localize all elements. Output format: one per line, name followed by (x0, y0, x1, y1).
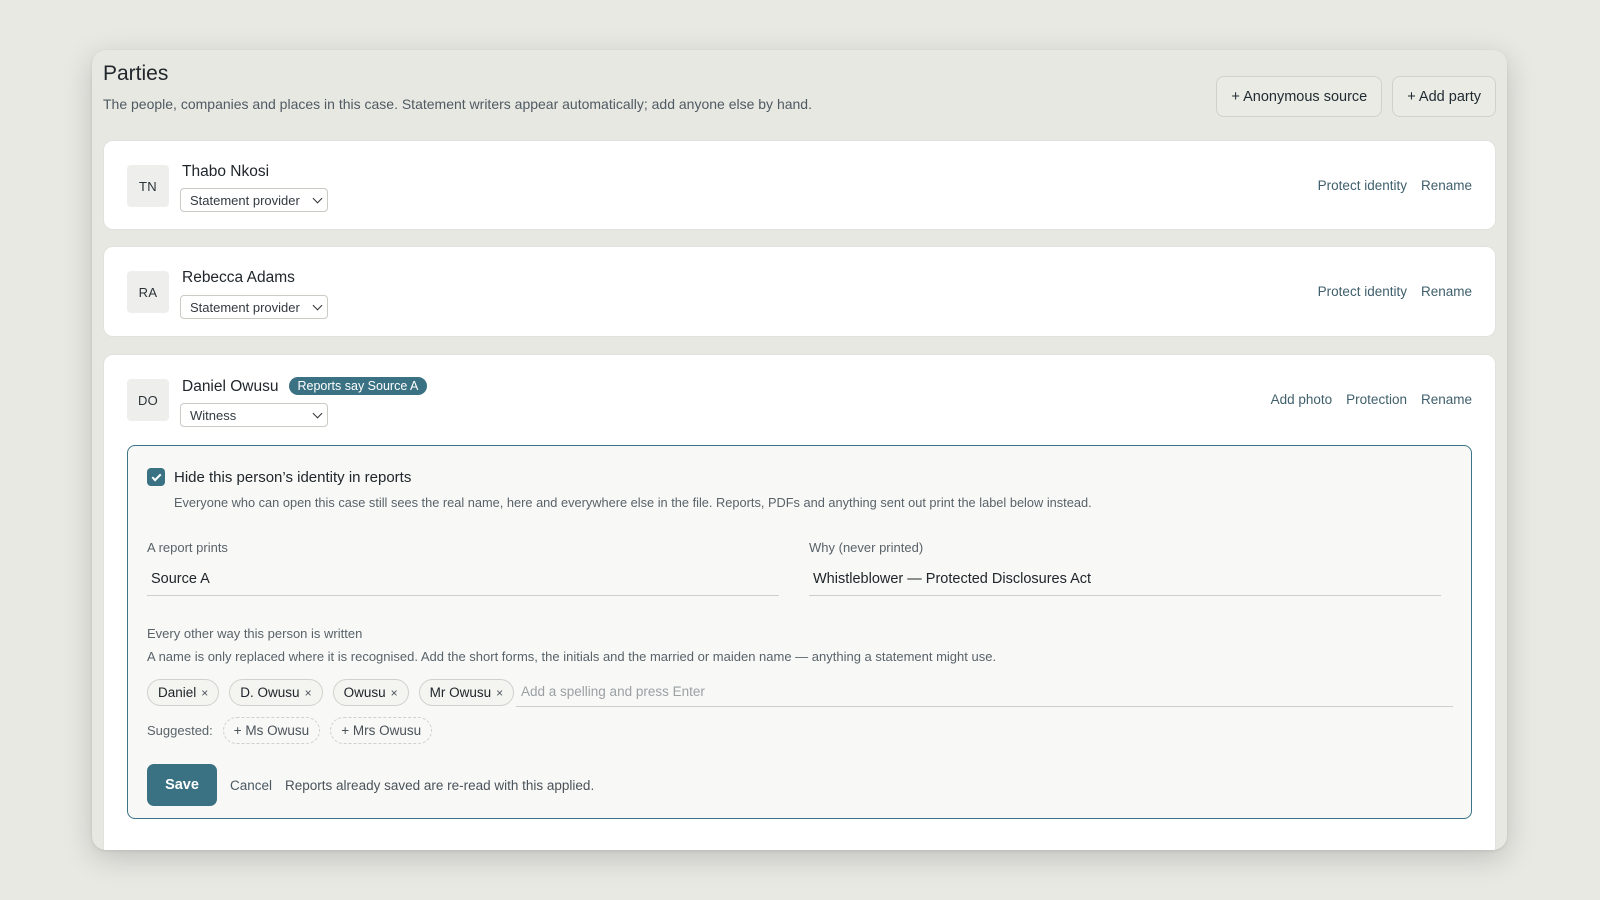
alias-chip: D. Owusu × (229, 679, 323, 706)
role-select[interactable]: Statement provider (180, 295, 328, 319)
rename-link[interactable]: Rename (1421, 178, 1472, 193)
alias-chip: Mr Owusu × (418, 679, 515, 706)
save-button[interactable]: Save (147, 764, 217, 806)
alias-chip-label: D. Owusu (240, 685, 300, 700)
add-party-button[interactable]: + Add party (1392, 76, 1496, 117)
why-label: Why (never printed) (809, 540, 924, 555)
protect-identity-link[interactable]: Protect identity (1318, 284, 1407, 299)
chevron-down-icon (312, 193, 323, 203)
suggestions-row: Suggested: + Ms Owusu + Mrs Owusu (147, 717, 433, 744)
alias-chip: Daniel × (147, 679, 220, 706)
card-actions: Add photo Protection Rename (1271, 392, 1472, 407)
avatar: DO (127, 379, 169, 421)
role-select[interactable]: Witness (180, 403, 328, 427)
aliases-title: Every other way this person is written (147, 626, 363, 641)
role-select-value: Witness (190, 407, 237, 423)
party-name: Thabo Nkosi (182, 163, 270, 180)
alias-chips: Daniel × D. Owusu × Owusu × Mr Owusu × (147, 679, 515, 706)
report-label-input[interactable] (147, 562, 779, 596)
cancel-link[interactable]: Cancel (230, 778, 272, 793)
chevron-down-icon (312, 300, 323, 310)
hide-identity-help: Everyone who can open this case still se… (174, 495, 1092, 510)
page-header: Parties The people, companies and places… (103, 62, 1496, 140)
suggested-label: Suggested: (147, 723, 213, 738)
chevron-down-icon (312, 408, 323, 418)
checkmark-icon (151, 471, 161, 481)
header-actions: + Anonymous source + Add party (1216, 76, 1496, 117)
card-actions: Protect identity Rename (1318, 284, 1472, 299)
card-actions: Protect identity Rename (1318, 178, 1472, 193)
hide-identity-checkbox[interactable] (147, 468, 165, 486)
remove-alias-icon[interactable]: × (496, 686, 503, 700)
aliases-help: A name is only replaced where it is reco… (147, 649, 997, 664)
remove-alias-icon[interactable]: × (201, 686, 208, 700)
role-select-value: Statement provider (190, 299, 300, 315)
party-name: Rebecca Adams (182, 269, 295, 286)
alias-chip-label: Mr Owusu (429, 685, 492, 700)
add-alias-input[interactable] (516, 677, 1453, 707)
suggestion-chip-mrs-owusu[interactable]: + Mrs Owusu (330, 717, 433, 744)
alias-chip-label: Owusu (343, 685, 386, 700)
party-name: Daniel Owusu (182, 378, 279, 395)
page-title: Parties (103, 62, 169, 85)
rename-link[interactable]: Rename (1421, 284, 1472, 299)
identity-protection-panel: Hide this person’s identity in reports E… (127, 445, 1472, 819)
party-card-rebecca-adams: RA Rebecca Adams Statement provider Prot… (103, 246, 1496, 337)
alias-chip-label: Daniel (158, 685, 197, 700)
page-subtitle: The people, companies and places in this… (103, 96, 812, 112)
add-photo-link[interactable]: Add photo (1271, 392, 1333, 407)
party-card-thabo-nkosi: TN Thabo Nkosi Statement provider Protec… (103, 140, 1496, 230)
hide-identity-label: Hide this person’s identity in reports (174, 468, 412, 486)
role-select-value: Statement provider (190, 192, 300, 208)
role-select[interactable]: Statement provider (180, 188, 328, 212)
avatar: RA (127, 271, 169, 313)
anonymous-source-button[interactable]: + Anonymous source (1216, 76, 1383, 117)
protect-identity-link[interactable]: Protect identity (1318, 178, 1407, 193)
save-note: Reports already saved are re-read with t… (285, 777, 595, 793)
hide-identity-row: Hide this person’s identity in reports (147, 468, 411, 486)
rename-link[interactable]: Rename (1421, 392, 1472, 407)
suggestion-chip-ms-owusu[interactable]: + Ms Owusu (222, 717, 321, 744)
remove-alias-icon[interactable]: × (391, 686, 398, 700)
avatar: TN (127, 165, 169, 207)
remove-alias-icon[interactable]: × (305, 686, 312, 700)
report-label: A report prints (147, 540, 228, 555)
protection-badge: Reports say Source A (288, 377, 428, 395)
save-row: Save Cancel Reports already saved are re… (147, 764, 594, 806)
alias-chip: Owusu × (332, 679, 409, 706)
why-reason-input[interactable] (809, 562, 1441, 596)
protection-link[interactable]: Protection (1346, 392, 1407, 407)
party-name-row: Daniel Owusu Reports say Source A (182, 377, 428, 396)
party-card-daniel-owusu: DO Daniel Owusu Reports say Source A Witn… (103, 354, 1496, 850)
parties-window: Parties The people, companies and places… (92, 50, 1507, 850)
